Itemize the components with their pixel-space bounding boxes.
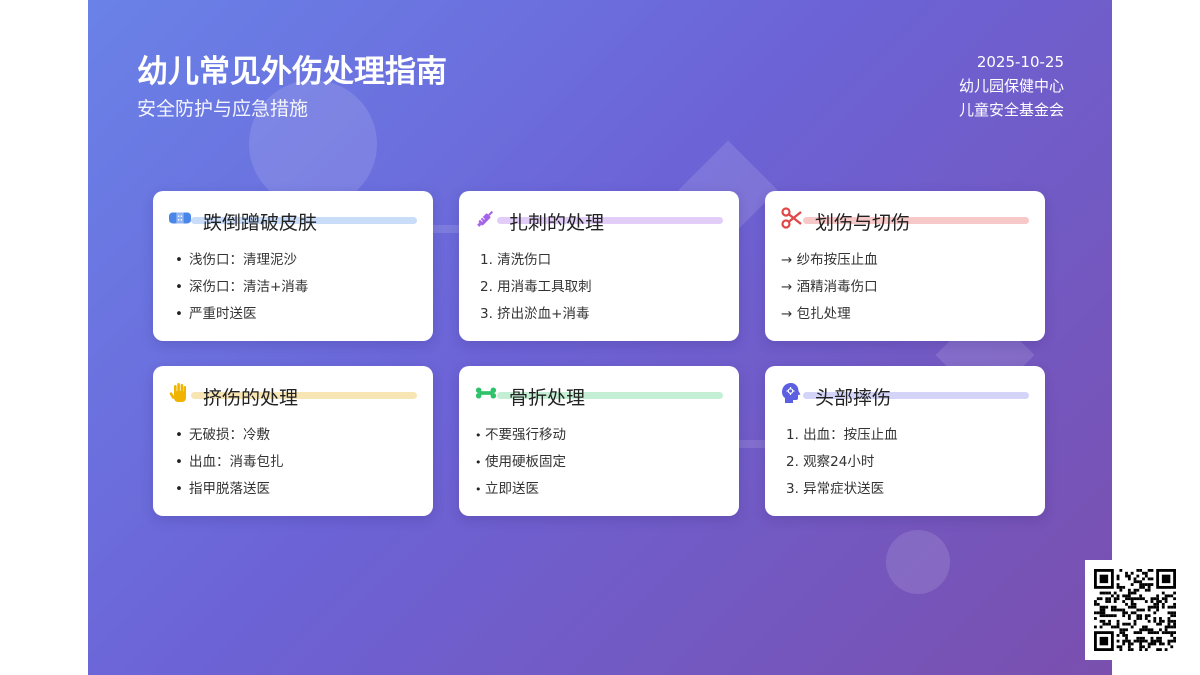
- card-fracture: 骨折处理 不要强行移动 使用硬板固定 立即送医: [459, 366, 739, 516]
- bone-icon: [475, 382, 497, 404]
- scissors-icon: [781, 207, 803, 229]
- list-item: 不要强行移动: [475, 422, 723, 449]
- card-scrape: 跌倒蹭破皮肤 浅伤口：清理泥沙 深伤口：清洁+消毒 严重时送医: [153, 191, 433, 341]
- slide: 幼儿常见外伤处理指南 安全防护与应急措施 2025-10-25 幼儿园保健中心 …: [88, 0, 1112, 675]
- list-item: 指甲脱落送医: [169, 476, 417, 503]
- list-item: → 纱布按压止血: [781, 252, 878, 268]
- card-list: 1. 清洗伤口 2. 用消毒工具取刺 3. 挤出淤血+消毒: [475, 247, 723, 328]
- list-item: 严重时送医: [169, 301, 417, 328]
- list-item: → 酒精消毒伤口: [781, 279, 878, 295]
- card-head-injury: 头部摔伤 1. 出血：按压止血 2. 观察24小时 3. 异常症状送医: [765, 366, 1045, 516]
- org-name-1: 幼儿园保健中心: [958, 77, 1064, 95]
- list-item: 3. 挤出淤血+消毒: [480, 306, 590, 322]
- card-splinter: 扎刺的处理 1. 清洗伤口 2. 用消毒工具取刺 3. 挤出淤血+消毒: [459, 191, 739, 341]
- card-header: 划伤与切伤: [781, 207, 1029, 237]
- card-header: 头部摔伤: [781, 382, 1029, 412]
- syringe-icon: [475, 207, 497, 229]
- list-item: 2. 用消毒工具取刺: [480, 279, 592, 295]
- card-title: 扎刺的处理: [509, 212, 605, 234]
- list-item: → 包扎处理: [781, 306, 851, 322]
- list-item: 立即送医: [475, 476, 723, 503]
- card-list: → 纱布按压止血 → 酒精消毒伤口 → 包扎处理: [781, 247, 1029, 328]
- card-header: 跌倒蹭破皮肤: [169, 207, 417, 237]
- list-item: 出血：消毒包扎: [169, 449, 417, 476]
- qr-code[interactable]: [1085, 560, 1185, 660]
- list-item: 浅伤口：清理泥沙: [169, 247, 417, 274]
- qr-code-pattern: [1094, 569, 1176, 651]
- hand-icon: [169, 382, 191, 404]
- card-title: 头部摔伤: [815, 387, 892, 409]
- card-header: 挤伤的处理: [169, 382, 417, 412]
- card-list: 无破损：冷敷 出血：消毒包扎 指甲脱落送医: [169, 422, 417, 503]
- card-header: 骨折处理: [475, 382, 723, 412]
- page-title: 幼儿常见外伤处理指南: [137, 54, 447, 90]
- card-cut: 划伤与切伤 → 纱布按压止血 → 酒精消毒伤口 → 包扎处理: [765, 191, 1045, 341]
- list-item: 1. 清洗伤口: [480, 252, 552, 268]
- card-title: 划伤与切伤: [815, 212, 911, 234]
- list-item: 使用硬板固定: [475, 449, 723, 476]
- list-item: 无破损：冷敷: [169, 422, 417, 449]
- list-item: 深伤口：清洁+消毒: [169, 274, 417, 301]
- card-header: 扎刺的处理: [475, 207, 723, 237]
- card-list: 浅伤口：清理泥沙 深伤口：清洁+消毒 严重时送医: [169, 247, 417, 328]
- bandage-icon: [169, 207, 191, 229]
- list-item: 1. 出血：按压止血: [786, 427, 898, 443]
- decor-circle-small: [886, 530, 950, 594]
- card-title: 骨折处理: [509, 387, 586, 409]
- org-name-2: 儿童安全基金会: [958, 101, 1064, 119]
- card-title: 跌倒蹭破皮肤: [203, 212, 318, 234]
- list-item: 2. 观察24小时: [786, 454, 875, 470]
- header-meta: 2025-10-25 幼儿园保健中心 儿童安全基金会: [959, 50, 1064, 122]
- page-subtitle: 安全防护与应急措施: [137, 98, 309, 120]
- card-list: 1. 出血：按压止血 2. 观察24小时 3. 异常症状送医: [781, 422, 1029, 503]
- card-pinch: 挤伤的处理 无破损：冷敷 出血：消毒包扎 指甲脱落送医: [153, 366, 433, 516]
- card-list: 不要强行移动 使用硬板固定 立即送医: [475, 422, 723, 503]
- list-item: 3. 异常症状送医: [786, 481, 885, 497]
- card-title: 挤伤的处理: [203, 387, 299, 409]
- head-icon: [781, 382, 803, 404]
- date-text: 2025-10-25: [976, 53, 1064, 71]
